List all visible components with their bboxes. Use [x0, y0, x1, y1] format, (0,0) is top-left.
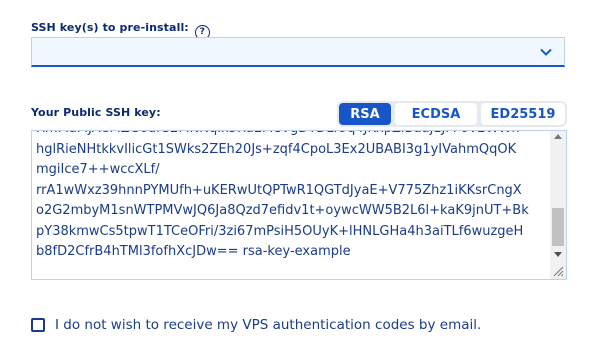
key-line: hglRieNHtkkvIlicGt1SWks2ZEh20Js+zqf4CpoL…: [36, 141, 517, 157]
chevron-down-icon: [540, 48, 552, 56]
scroll-up-icon[interactable]: [554, 134, 562, 139]
scroll-down-icon[interactable]: [554, 252, 562, 257]
key-line: RmMaMJACMZG6uIG2MNNqIx5RuEMeVgDTDLr9q4JK…: [36, 131, 546, 140]
key-line: pY38kmwCs5tpwT1TCeOFri/3zi67mPsiH5OUyK+l…: [36, 223, 524, 239]
key-line: mgiIce7++wccXLf/: [36, 162, 160, 177]
ssh-key-select[interactable]: [31, 37, 565, 67]
key-type-toggle: RSA ECDSA ED25519: [337, 101, 567, 127]
ssh-config-panel: SSH key(s) to pre-install:? Your Public …: [0, 0, 596, 337]
resize-grip-icon[interactable]: [553, 266, 564, 277]
public-ssh-key-textarea[interactable]: RmMaMJACMZG6uIG2MNNqIx5RuEMeVgDTDLr9q4JK…: [31, 130, 567, 280]
vps-auth-option: I do not wish to receive my VPS authenti…: [31, 317, 481, 333]
key-line: rrA1wWxz39hnnPYMUfh+uKERwUtQPTwR1QGTdJya…: [36, 182, 522, 198]
ssh-preinstall-label-text: SSH key(s) to pre-install:: [31, 21, 189, 34]
public-ssh-key-label: Your Public SSH key:: [31, 106, 161, 119]
key-line: b8fD2CfrB4hTMl3fofhXcJDw== rsa-key-examp…: [36, 244, 351, 259]
key-type-rsa-button[interactable]: RSA: [339, 103, 391, 125]
key-line: o2G2mbyM1snWTPMVwJQ6Ja8Qzd7efidv1t+oywcW…: [36, 203, 529, 218]
key-type-ed25519-button[interactable]: ED25519: [481, 103, 565, 125]
vps-auth-checkbox[interactable]: [31, 318, 45, 332]
textarea-scrollbar[interactable]: [550, 131, 566, 279]
scrollbar-thumb[interactable]: [552, 208, 564, 246]
vps-auth-checkbox-label[interactable]: I do not wish to receive my VPS authenti…: [55, 317, 481, 333]
key-type-ecdsa-button[interactable]: ECDSA: [395, 103, 477, 125]
public-ssh-key-content: RmMaMJACMZG6uIG2MNNqIx5RuEMeVgDTDLr9q4JK…: [36, 131, 546, 263]
